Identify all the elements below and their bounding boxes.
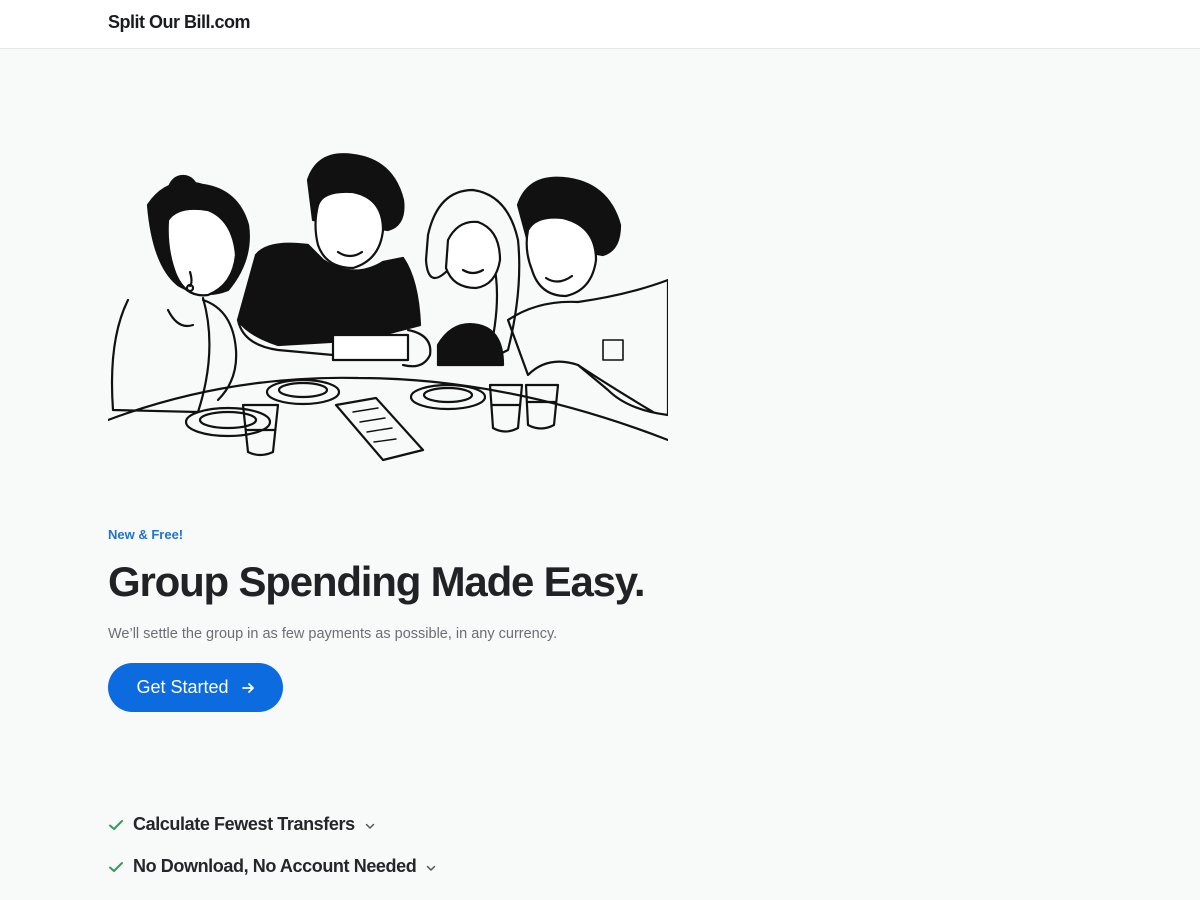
top-navigation-bar: Split Our Bill.com — [0, 0, 1200, 49]
check-icon — [109, 819, 123, 830]
check-icon — [109, 861, 123, 872]
feature-item-fewest-transfers[interactable]: Calculate Fewest Transfers — [108, 814, 376, 835]
hero-headline: Group Spending Made Easy. — [108, 558, 646, 605]
hero-eyebrow: New & Free! — [108, 527, 184, 542]
chevron-down-icon[interactable] — [425, 862, 437, 874]
get-started-label: Get Started — [136, 677, 229, 697]
feature-label: No Download, No Account Needed — [133, 856, 417, 876]
feature-label: Calculate Fewest Transfers — [133, 814, 355, 834]
feature-item-no-download[interactable]: No Download, No Account Needed — [108, 856, 437, 877]
chevron-down-icon[interactable] — [364, 820, 376, 832]
hero-subtext: We’ll settle the group in as few payment… — [108, 626, 558, 642]
friends-sharing-bill-illustration — [106, 150, 670, 465]
get-started-button[interactable]: Get Started — [108, 663, 283, 712]
arrow-right-icon — [241, 682, 254, 693]
site-logo-link[interactable]: Split Our Bill.com — [108, 12, 251, 33]
